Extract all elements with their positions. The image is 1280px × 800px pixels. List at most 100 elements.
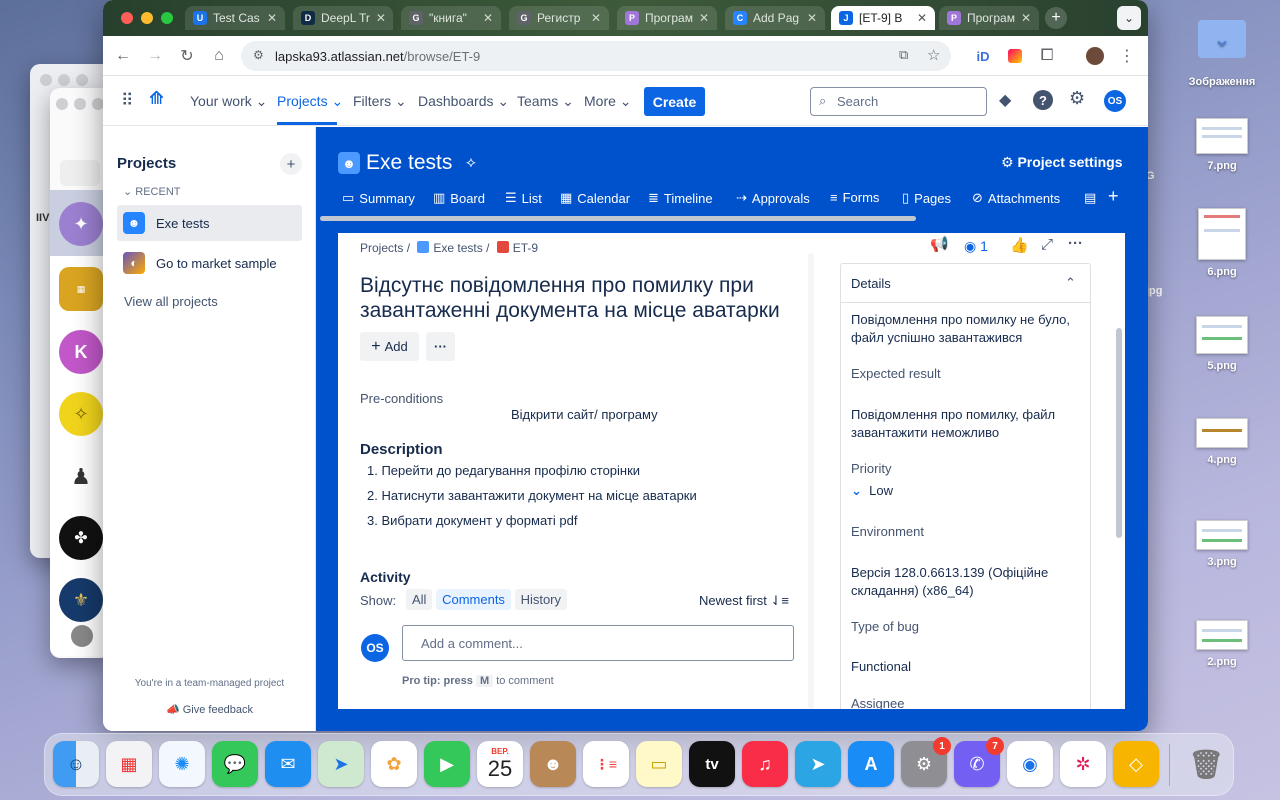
like-icon[interactable]: 👍 <box>1010 236 1029 254</box>
tab-timeline[interactable]: ≣ Timeline <box>648 190 713 206</box>
filter-comments[interactable]: Comments <box>436 589 511 610</box>
apple-tv-icon[interactable]: tv <box>689 741 735 787</box>
sort-toggle[interactable]: Newest first ⇃≡ <box>699 593 789 609</box>
telegram-icon[interactable]: ➤ <box>795 741 841 787</box>
workspace-icon[interactable]: ♟ <box>59 455 103 499</box>
watch-button[interactable]: ◉ 1 <box>964 238 988 255</box>
tab-attachments[interactable]: ⊘ Attachments <box>972 190 1060 206</box>
safari-icon[interactable]: ✺ <box>159 741 205 787</box>
add-tab-icon[interactable]: + <box>1108 186 1119 207</box>
workspace-icon[interactable]: ✦ <box>59 202 103 246</box>
desktop-file[interactable]: 5.png <box>1172 316 1272 372</box>
filter-all[interactable]: All <box>406 589 433 610</box>
facetime-icon[interactable]: ▶ <box>424 741 470 787</box>
system-settings-icon[interactable]: ⚙ 1 <box>901 737 951 787</box>
help-icon[interactable]: ? <box>1033 90 1053 110</box>
give-feedback-link[interactable]: 📣 Give feedback <box>103 703 316 716</box>
tab-close-icon[interactable]: ✕ <box>376 11 386 25</box>
tab-calendar[interactable]: ▦ Calendar <box>560 190 630 206</box>
tab-overflow-icon[interactable]: ▤ <box>1084 190 1096 206</box>
feedback-megaphone-icon[interactable]: 📢 <box>930 235 949 253</box>
issue-title[interactable]: Відсутнє повідомлення про помилку при за… <box>360 273 800 323</box>
maps-icon[interactable]: ➤ <box>318 741 364 787</box>
site-info-icon[interactable]: ⚙ <box>253 48 264 62</box>
chrome-menu-icon[interactable]: ⋮ <box>1115 44 1139 68</box>
nav-dashboards[interactable]: Dashboards ⌄ <box>418 93 509 110</box>
tab-close-icon[interactable]: ✕ <box>917 11 927 25</box>
nav-teams[interactable]: Teams ⌄ <box>517 93 574 110</box>
tab-search-icon[interactable]: ⌄ <box>1117 6 1141 30</box>
more-actions-button[interactable]: ··· <box>426 332 455 361</box>
project-settings-button[interactable]: ⚙ Project settings <box>1001 154 1122 171</box>
breadcrumb-projects[interactable]: Projects <box>360 241 403 255</box>
workspace-icon[interactable]: ⚜ <box>59 578 103 622</box>
details-header[interactable]: Details ⌃ <box>841 264 1090 303</box>
contacts-icon[interactable]: ☻ <box>530 741 576 787</box>
sketch-icon[interactable]: ◇ <box>1113 741 1159 787</box>
desktop-file[interactable]: 6.png <box>1172 208 1272 278</box>
priority-value[interactable]: ⌄ Low <box>851 483 893 499</box>
calendar-icon[interactable]: ВЕР. 25 <box>477 741 523 787</box>
window-minimize-button[interactable] <box>58 74 70 86</box>
chrome-icon[interactable]: ◉ <box>1007 741 1053 787</box>
window-minimize-button[interactable] <box>74 98 86 110</box>
app-switcher-icon[interactable]: ⠿ <box>121 91 133 111</box>
photos-icon[interactable]: ✿ <box>371 741 417 787</box>
description-step[interactable]: 1. Перейти до редагування профілю сторін… <box>367 463 640 478</box>
tab-close-icon[interactable]: ✕ <box>483 11 493 25</box>
breadcrumb-issue-key[interactable]: ET-9 <box>513 241 538 255</box>
search-field[interactable] <box>60 160 100 186</box>
finder-icon[interactable]: ☺ <box>53 741 99 787</box>
desktop-folder[interactable]: ⌄ Зображення <box>1172 20 1272 88</box>
workspace-icon[interactable]: ✧ <box>59 392 103 436</box>
extension-icon[interactable] <box>1003 44 1027 68</box>
tab-close-icon[interactable]: ✕ <box>591 11 601 25</box>
user-avatar[interactable]: OS <box>1104 90 1126 112</box>
bug-type-value[interactable]: Functional <box>851 659 911 674</box>
browser-tab[interactable]: U Test Cas ✕ <box>185 6 285 30</box>
expected-result-value[interactable]: Повідомлення про помилку, файл завантажи… <box>851 406 1081 442</box>
extensions-puzzle-icon[interactable]: ⧠ <box>1035 44 1059 68</box>
browser-tab-active[interactable]: J [ET-9] В ✕ <box>831 6 935 30</box>
viber-icon[interactable]: ✆ 7 <box>954 737 1004 787</box>
filter-history[interactable]: History <box>514 589 568 610</box>
mail-icon[interactable]: ✉ <box>265 741 311 787</box>
tab-board[interactable]: ▥ Board <box>433 190 485 206</box>
tab-close-icon[interactable]: ✕ <box>267 11 277 25</box>
breadcrumb-project[interactable]: Exe tests <box>433 241 482 255</box>
window-close-button[interactable] <box>56 98 68 110</box>
tab-list[interactable]: ☰ List <box>505 190 542 206</box>
preconditions-value[interactable]: Відкрити сайт/ програму <box>511 407 658 422</box>
desktop-file[interactable]: 2.png <box>1172 620 1272 668</box>
tab-close-icon[interactable]: ✕ <box>1021 11 1031 25</box>
sidebar-item-exe-tests[interactable]: ☻ Exe tests <box>117 205 302 241</box>
profile-avatar[interactable] <box>1083 44 1107 68</box>
nav-more[interactable]: More ⌄ <box>584 93 632 110</box>
nav-your-work[interactable]: Your work ⌄ <box>190 93 267 110</box>
workspace-icon[interactable]: ✤ <box>59 516 103 560</box>
browser-tab[interactable]: C Add Pag ✕ <box>725 6 825 30</box>
back-icon[interactable]: ← <box>111 44 135 68</box>
tab-close-icon[interactable]: ✕ <box>699 11 709 25</box>
project-theme-icon[interactable]: ⟡ <box>466 154 476 171</box>
browser-tab[interactable]: G "книга" ✕ <box>401 6 501 30</box>
details-scrollbar[interactable] <box>1116 328 1122 538</box>
app-store-icon[interactable]: A <box>848 741 894 787</box>
music-icon[interactable]: ♫ <box>742 741 788 787</box>
browser-tab[interactable]: D DeepL Tr ✕ <box>293 6 393 30</box>
desktop-file[interactable]: 3.png <box>1172 520 1272 568</box>
description-step[interactable]: 2. Натиснути завантажити документ на міс… <box>367 488 697 503</box>
view-all-projects-link[interactable]: View all projects <box>124 294 218 309</box>
jira-logo-icon[interactable]: ⟰ <box>149 88 171 110</box>
nav-projects[interactable]: Projects ⌄ <box>277 93 343 110</box>
address-bar[interactable]: ⚙ lapska93.atlassian.net/browse/ET-9 ⧉ ☆ <box>241 41 951 71</box>
new-tab-icon[interactable]: + <box>1045 7 1067 29</box>
messages-icon[interactable]: 💬 <box>212 741 258 787</box>
scrollbar-track[interactable] <box>808 253 814 709</box>
add-project-icon[interactable]: + <box>280 153 302 175</box>
environment-value[interactable]: Версія 128.0.6613.139 (Офіційне складанн… <box>851 564 1081 600</box>
tab-forms[interactable]: ≡ Forms <box>830 190 879 205</box>
browser-tab[interactable]: G Регистр ✕ <box>509 6 609 30</box>
desktop-file[interactable]: 4.png <box>1172 418 1272 466</box>
desktop-file[interactable]: 7.png <box>1172 118 1272 172</box>
